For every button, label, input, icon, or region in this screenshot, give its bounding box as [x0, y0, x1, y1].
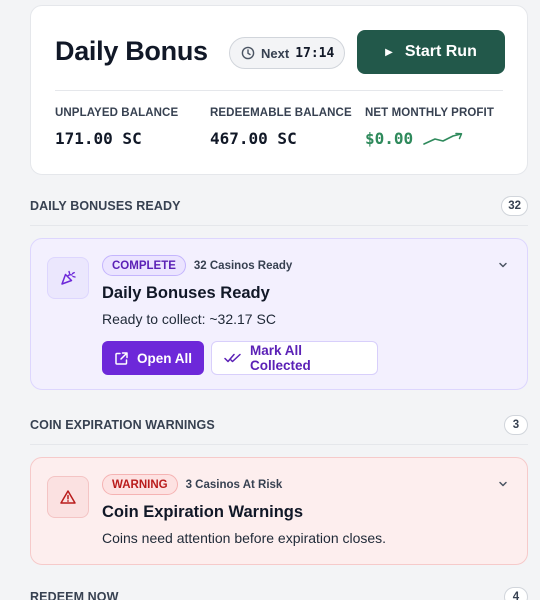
casinos-ready-count: 32 Casinos Ready — [193, 259, 293, 272]
section-title: DAILY BONUSES READY — [30, 199, 181, 213]
next-time: 17:14 — [295, 45, 335, 61]
stat-value: $0.00 — [365, 129, 414, 148]
external-link-icon — [114, 351, 129, 366]
count-badge: 4 — [504, 587, 528, 600]
open-all-button[interactable]: Open All — [102, 341, 204, 375]
status-badge-warning: WARNING — [102, 474, 178, 495]
coin-expiration-card: WARNING 3 Casinos At Risk Coin Expiratio… — [30, 457, 528, 565]
mark-all-collected-label: Mark All Collected — [250, 343, 311, 373]
stat-label: REDEEMABLE BALANCE — [210, 107, 352, 119]
stat-label: NET MONTHLY PROFIT — [365, 107, 494, 119]
header-divider — [55, 90, 503, 91]
card-title: Coin Expiration Warnings — [102, 503, 304, 521]
stat-unplayed-balance: UNPLAYED BALANCE 171.00 SC — [55, 107, 178, 148]
mark-all-collected-button[interactable]: Mark All Collected — [211, 341, 378, 375]
section-title: COIN EXPIRATION WARNINGS — [30, 418, 215, 432]
next-label: Next — [261, 45, 290, 61]
status-badge-complete: COMPLETE — [102, 255, 186, 276]
section-divider — [30, 444, 528, 445]
card-description: Ready to collect: ~32.17 SC — [102, 311, 276, 327]
stat-redeemable-balance: REDEEMABLE BALANCE 467.00 SC — [210, 107, 352, 148]
count-badge: 3 — [504, 415, 528, 435]
stat-label: UNPLAYED BALANCE — [55, 107, 179, 119]
party-popper-icon — [59, 269, 77, 287]
casinos-at-risk-count: 3 Casinos At Risk — [185, 478, 283, 491]
count-badge: 32 — [501, 196, 528, 216]
party-icon-box — [47, 257, 89, 299]
next-run-pill: Next 17:14 — [229, 37, 345, 69]
trend-up-icon — [423, 132, 463, 146]
double-check-icon — [224, 352, 242, 364]
warning-triangle-icon — [59, 489, 77, 505]
chevron-down-icon[interactable] — [497, 478, 509, 490]
play-icon: ▶ — [385, 46, 393, 58]
warning-icon-box — [47, 476, 89, 518]
open-all-label: Open All — [137, 350, 193, 366]
card-meta: WARNING 3 Casinos At Risk — [102, 474, 282, 495]
card-description: Coins need attention before expiration c… — [102, 530, 387, 546]
stat-value: 171.00 SC — [55, 129, 142, 148]
page-title: Daily Bonus — [55, 36, 208, 66]
start-run-button[interactable]: ▶ Start Run — [357, 30, 505, 74]
daily-bonus-header-card: Daily Bonus Next 17:14 ▶ Start Run UNPLA… — [30, 5, 528, 175]
section-title: REDEEM NOW — [30, 590, 119, 600]
section-header-redeem-now[interactable]: REDEEM NOW 4 — [30, 585, 528, 600]
section-divider — [30, 225, 528, 226]
stat-value-row: $0.00 — [365, 129, 494, 148]
start-run-label: Start Run — [404, 43, 477, 60]
daily-bonuses-card: COMPLETE 32 Casinos Ready Daily Bonuses … — [30, 238, 528, 390]
chevron-down-icon[interactable] — [497, 259, 509, 271]
clock-icon — [241, 46, 255, 60]
section-header-coin-expiration[interactable]: COIN EXPIRATION WARNINGS 3 — [30, 413, 528, 437]
stat-value: 467.00 SC — [210, 129, 297, 148]
card-meta: COMPLETE 32 Casinos Ready — [102, 255, 292, 276]
card-title: Daily Bonuses Ready — [102, 284, 270, 302]
section-header-daily-bonuses[interactable]: DAILY BONUSES READY 32 — [30, 194, 528, 218]
stat-net-monthly-profit: NET MONTHLY PROFIT $0.00 — [365, 107, 494, 148]
